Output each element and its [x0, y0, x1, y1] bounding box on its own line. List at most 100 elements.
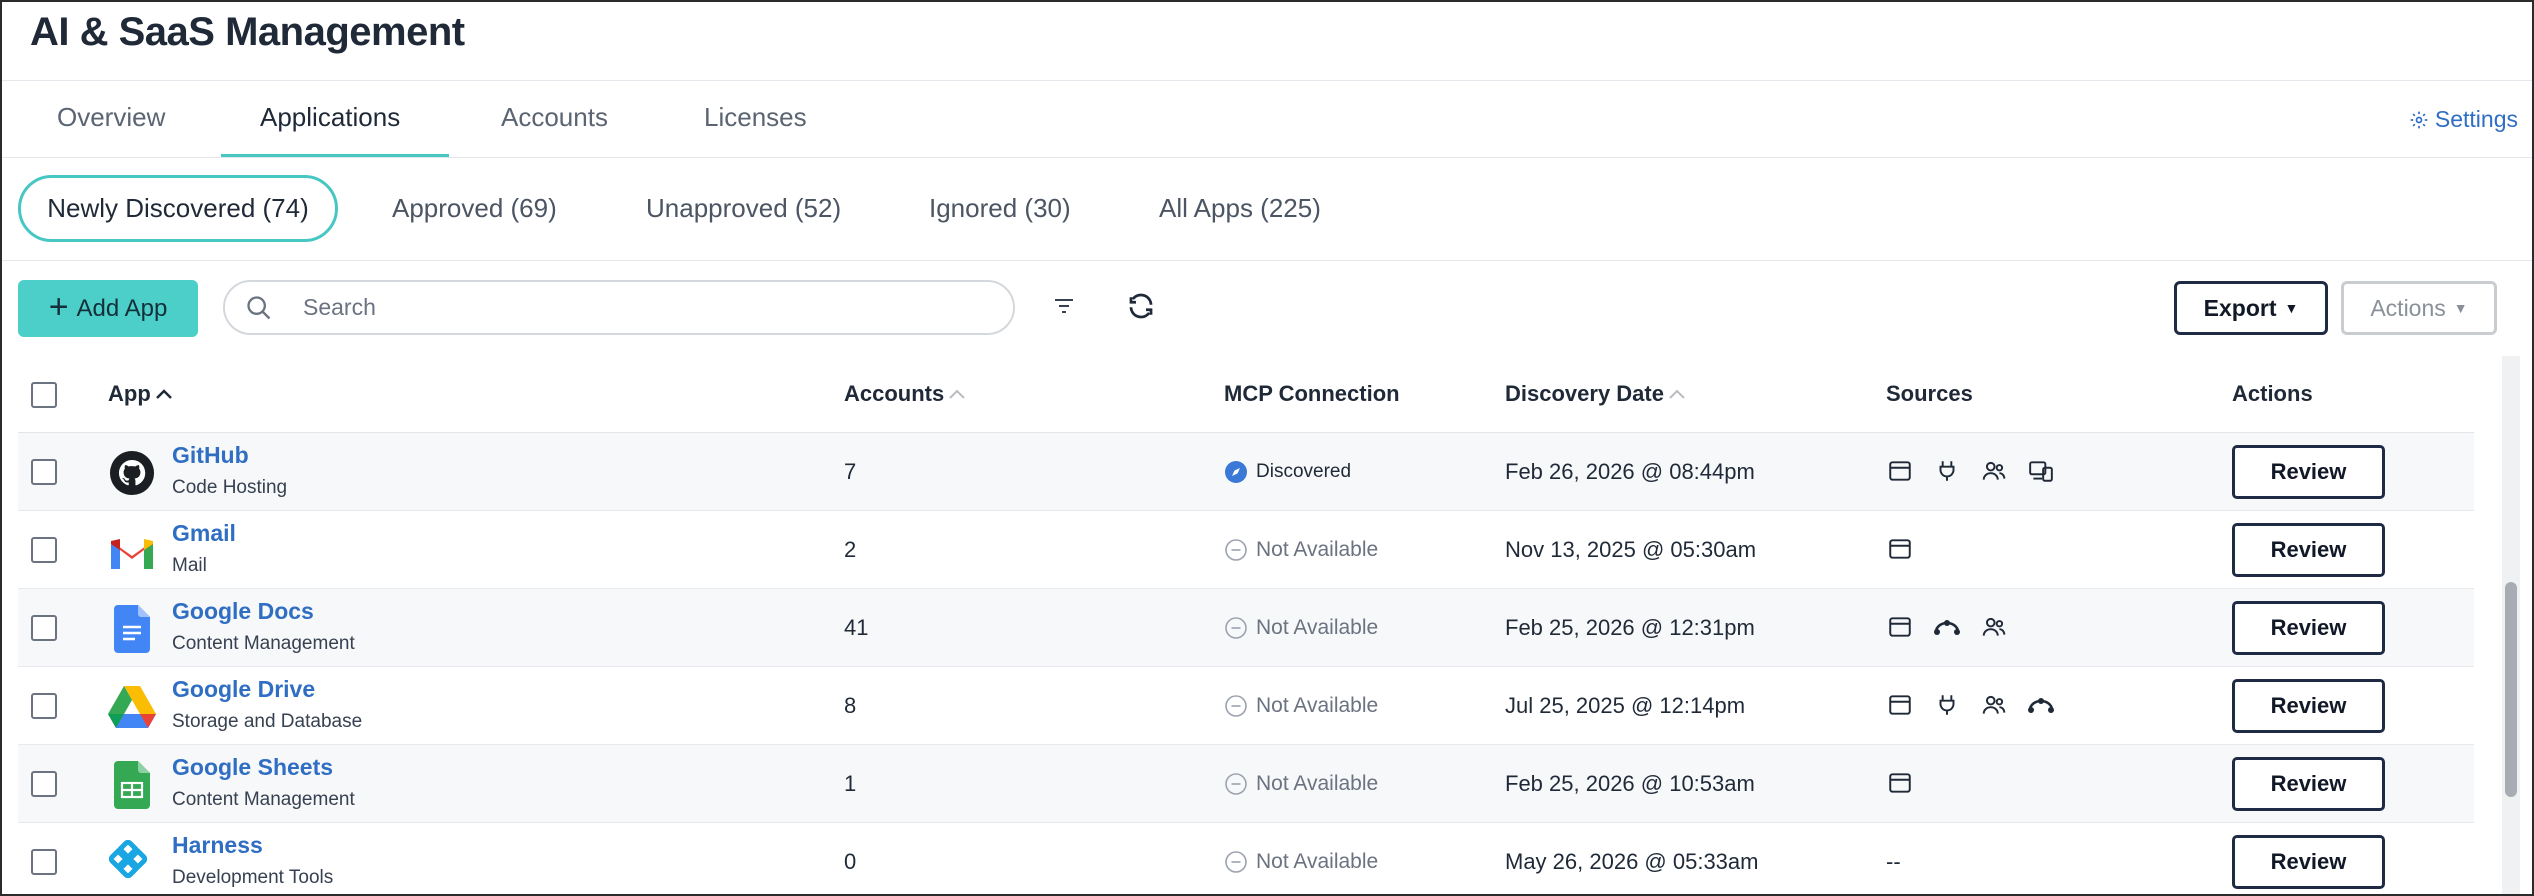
page-title: AI & SaaS Management [30, 10, 465, 54]
column-discovery-label: Discovery Date [1505, 381, 1664, 406]
row-checkbox[interactable] [31, 771, 57, 797]
sources-list [1886, 613, 2008, 641]
app-name-link[interactable]: Google Sheets [172, 754, 333, 781]
filter-all-apps[interactable]: All Apps (225) [1159, 193, 1321, 224]
export-button[interactable]: Export ▼ [2174, 281, 2328, 335]
mcp-status-label: Not Available [1256, 616, 1379, 639]
accounts-count: 1 [844, 771, 857, 796]
tab-overview[interactable]: Overview [57, 102, 165, 133]
column-accounts-label: Accounts [844, 381, 945, 406]
caret-down-icon: ▼ [2284, 300, 2299, 316]
export-label: Export [2203, 294, 2277, 321]
compass-icon [1225, 461, 1247, 483]
app-category: Code Hosting [172, 477, 288, 498]
sort-up-icon [949, 389, 965, 399]
mcp-status-label: Not Available [1256, 538, 1379, 561]
sources-list [1886, 535, 1914, 563]
row-checkbox[interactable] [31, 459, 57, 485]
app-category: Storage and Database [172, 711, 363, 732]
filter-icon[interactable] [1046, 288, 1082, 324]
app-name-link[interactable]: Google Docs [172, 598, 314, 625]
search-input[interactable] [303, 294, 983, 321]
review-button[interactable]: Review [2232, 445, 2385, 499]
app-name-link[interactable]: Harness [172, 832, 263, 859]
discovery-date: Feb 25, 2026 @ 12:31pm [1505, 615, 1755, 640]
column-app[interactable]: App [108, 381, 173, 407]
browser-icon [1886, 769, 1914, 797]
row-checkbox[interactable] [31, 849, 57, 875]
review-button[interactable]: Review [2232, 757, 2385, 811]
filter-approved[interactable]: Approved (69) [392, 193, 557, 224]
mcp-status-label: Not Available [1256, 772, 1379, 795]
review-button[interactable]: Review [2232, 679, 2385, 733]
mcp-status: Not Available [1224, 616, 1378, 640]
select-all-checkbox[interactable] [31, 382, 57, 408]
divider [2, 260, 2532, 261]
mcp-status: Not Available [1224, 538, 1378, 562]
add-app-label: Add App [76, 294, 168, 322]
app-window: AI & SaaS Management Overview Applicatio… [0, 0, 2534, 896]
google-sheets-icon [108, 761, 156, 809]
accounts-count: 8 [844, 693, 857, 718]
app-category: Development Tools [172, 867, 334, 888]
users-icon [1980, 613, 2008, 641]
divider [2, 80, 2532, 81]
minus-circle-icon [1225, 617, 1247, 639]
discovery-date: Feb 26, 2026 @ 08:44pm [1505, 459, 1755, 484]
table-row: Google Drive Storage and Database 8 Not … [18, 667, 2474, 745]
filter-ignored[interactable]: Ignored (30) [929, 193, 1071, 224]
mcp-status-label: Discovered [1256, 461, 1352, 482]
sources-list [1886, 457, 2055, 485]
row-checkbox[interactable] [31, 693, 57, 719]
gmail-icon [108, 527, 156, 575]
github-icon [108, 449, 156, 497]
search-box[interactable] [223, 280, 1015, 335]
tab-applications[interactable]: Applications [260, 102, 400, 133]
google-docs-icon [108, 605, 156, 653]
plus-icon: + [48, 287, 69, 326]
app-category: Content Management [172, 789, 355, 810]
row-checkbox[interactable] [31, 615, 57, 641]
app-name-link[interactable]: GitHub [172, 442, 249, 469]
minus-circle-icon [1225, 851, 1247, 873]
mcp-status: Not Available [1224, 694, 1378, 718]
users-icon [1980, 457, 2008, 485]
minus-circle-icon [1225, 539, 1247, 561]
actions-button[interactable]: Actions ▼ [2341, 281, 2497, 335]
app-name-link[interactable]: Google Drive [172, 676, 315, 703]
sources-empty: -- [1886, 849, 1901, 874]
settings-label: Settings [2434, 106, 2518, 132]
settings-link[interactable]: Settings [2409, 106, 2518, 133]
refresh-icon[interactable] [1123, 288, 1159, 324]
column-mcp: MCP Connection [1224, 381, 1400, 406]
column-discovery-date[interactable]: Discovery Date [1505, 381, 1686, 407]
column-accounts[interactable]: Accounts [844, 381, 966, 407]
table-row: Google Docs Content Management 41 Not Av… [18, 589, 2474, 667]
filter-newly-discovered[interactable]: Newly Discovered (74) [18, 175, 338, 242]
browser-icon [1886, 535, 1914, 563]
accounts-count: 0 [844, 849, 857, 874]
mcp-status-label: Not Available [1256, 850, 1379, 873]
mcp-status: Discovered [1224, 460, 1351, 484]
review-button[interactable]: Review [2232, 601, 2385, 655]
discovery-date: May 26, 2026 @ 05:33am [1505, 849, 1759, 874]
search-icon [247, 295, 271, 319]
minus-circle-icon [1225, 773, 1247, 795]
app-name-link[interactable]: Gmail [172, 520, 236, 547]
row-checkbox[interactable] [31, 537, 57, 563]
filter-unapproved[interactable]: Unapproved (52) [646, 193, 841, 224]
review-button[interactable]: Review [2232, 523, 2385, 577]
table-row: Gmail Mail 2 Not Available Nov 13, 2025 … [18, 511, 2474, 589]
add-app-button[interactable]: + Add App [18, 280, 198, 337]
sources-list [1886, 769, 1914, 797]
column-actions: Actions [2232, 381, 2313, 406]
column-app-label: App [108, 381, 151, 406]
tab-accounts[interactable]: Accounts [501, 102, 608, 133]
table-row: Harness Development Tools 0 Not Availabl… [18, 823, 2474, 894]
tab-licenses[interactable]: Licenses [704, 102, 807, 133]
accounts-count: 41 [844, 615, 869, 640]
review-button[interactable]: Review [2232, 835, 2385, 889]
sort-up-icon [1669, 389, 1685, 399]
scrollbar-thumb[interactable] [2505, 582, 2517, 797]
minus-circle-icon [1225, 695, 1247, 717]
